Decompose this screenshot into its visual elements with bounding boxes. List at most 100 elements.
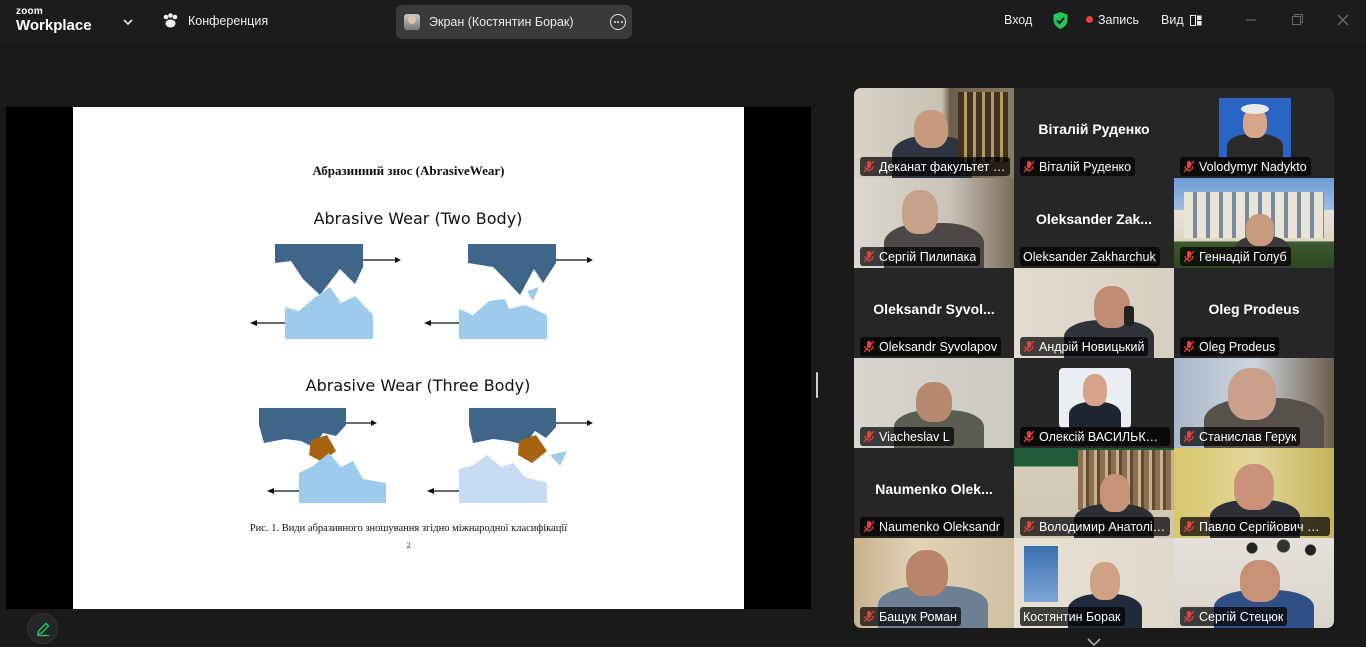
participant-display-name: Oleksandr Syvol...	[873, 301, 995, 317]
participant-tile[interactable]: Volodymyr Nadykto	[1174, 88, 1334, 178]
grid-view-icon	[1189, 14, 1202, 26]
shared-slide: Абразинний знос (AbrasiveWear) Abrasive …	[73, 107, 744, 609]
upper-body-right-3b	[469, 408, 556, 445]
upper-body-left	[275, 244, 363, 295]
participant-nametag: Бащук Роман	[860, 607, 961, 626]
participant-tile[interactable]: Oleg Prodeus Oleg Prodeus	[1174, 268, 1334, 358]
participant-display-name: Oleg Prodeus	[1208, 301, 1300, 317]
lower-body-left-3b	[299, 453, 386, 503]
mic-muted-icon	[863, 430, 875, 443]
view-button[interactable]: Вид	[1161, 13, 1202, 27]
participant-nametag: Володимир Анатолій...	[1020, 517, 1170, 536]
mic-muted-icon	[1023, 520, 1035, 533]
lower-body-right-3b	[459, 455, 547, 503]
mic-muted-icon	[863, 520, 875, 533]
mic-muted-icon	[1183, 340, 1195, 353]
two-body-right-pair	[424, 244, 593, 339]
mic-muted-icon	[863, 340, 875, 353]
participant-name: Oleksander Zakharchuk	[1023, 249, 1156, 264]
more-options-icon[interactable]	[610, 14, 626, 30]
mic-muted-icon	[1183, 520, 1195, 533]
annotate-button[interactable]	[27, 613, 58, 644]
participant-nametag: Volodymyr Nadykto	[1180, 157, 1311, 176]
three-body-left-pair	[259, 408, 386, 503]
participant-tile[interactable]: Naumenko Olek... Naumenko Oleksandr	[854, 448, 1014, 538]
mic-muted-icon	[863, 160, 875, 173]
participant-nametag: Oleksander Zakharchuk	[1020, 247, 1160, 266]
record-label: Запись	[1098, 13, 1140, 27]
participant-tile[interactable]: Андрій Новицький	[1014, 268, 1174, 358]
participant-name: Naumenko Oleksandr	[879, 519, 1000, 534]
wear-debris-3b	[550, 451, 567, 466]
lower-body-left	[285, 287, 373, 339]
wear-debris	[527, 287, 539, 301]
diagram-two-body-title: Abrasive Wear (Two Body)	[313, 209, 523, 228]
participant-name: Андрій Новицький	[1039, 339, 1145, 354]
participant-tile[interactable]: Сергій Пилипака	[854, 178, 1014, 268]
participant-nametag: Деканат факультет к...	[860, 157, 1010, 176]
signin-button[interactable]: Вход	[1004, 13, 1032, 27]
participant-tile[interactable]: Сергій Стецюк	[1174, 538, 1334, 628]
meeting-info-button[interactable]: Конференция	[162, 13, 268, 28]
pencil-icon	[36, 622, 49, 636]
mic-muted-icon	[1023, 430, 1035, 443]
screen-share-label: Экран (Костянтин Борак)	[429, 15, 574, 29]
upper-body-left-3b	[259, 408, 346, 447]
chevron-down-icon[interactable]	[1086, 637, 1102, 647]
participant-tile[interactable]: Олексій ВАСИЛЬКОВ...	[1014, 358, 1174, 448]
view-label: Вид	[1161, 13, 1184, 27]
screen-share-indicator[interactable]: Экран (Костянтин Борак)	[396, 5, 632, 39]
participant-nametag: Геннадій Голуб	[1180, 247, 1291, 266]
presenter-avatar	[404, 14, 420, 30]
participant-name: Volodymyr Nadykto	[1199, 159, 1307, 174]
participant-tile[interactable]: Станислав Герук	[1174, 358, 1334, 448]
diagram-three-body-title: Abrasive Wear (Three Body)	[305, 376, 531, 395]
two-body-diagram	[250, 244, 593, 339]
participant-tile-active-speaker[interactable]: Костянтин Борак	[1014, 538, 1174, 628]
mic-muted-icon	[1183, 430, 1195, 443]
mic-muted-icon	[863, 610, 875, 623]
participant-tile[interactable]: Деканат факультет к...	[854, 88, 1014, 178]
participant-tile[interactable]: Oleksandr Syvol... Oleksandr Syvolapov	[854, 268, 1014, 358]
two-body-left-pair	[250, 244, 401, 339]
record-button[interactable]: Запись	[1086, 13, 1139, 27]
participant-tile[interactable]: Павло Сергійович П...	[1174, 448, 1334, 538]
participant-tile[interactable]: Геннадій Голуб	[1174, 178, 1334, 268]
shield-check-icon[interactable]	[1052, 11, 1069, 30]
title-bar: zoom Workplace Конференция Экран (Костян…	[0, 0, 1366, 44]
participant-tile[interactable]: Володимир Анатолій...	[1014, 448, 1174, 538]
participant-nametag: Віталій Руденко	[1020, 157, 1136, 176]
participant-nametag: Сергій Пилипака	[860, 247, 981, 266]
participant-name: Oleksandr Syvolapov	[879, 339, 998, 354]
participant-nametag: Костянтин Борак	[1020, 607, 1125, 626]
participant-avatar	[1059, 368, 1131, 428]
lower-body-right	[459, 299, 547, 339]
participant-name: Віталій Руденко	[1039, 159, 1132, 174]
mic-muted-icon	[1023, 340, 1035, 353]
participant-name: Деканат факультет к...	[879, 159, 1006, 174]
participant-name: Сергій Пилипака	[879, 249, 977, 264]
participant-tile[interactable]: Бащук Роман	[854, 538, 1014, 628]
participant-nametag: Станислав Герук	[1180, 427, 1301, 446]
three-body-right-pair	[427, 408, 593, 503]
participant-name: Oleg Prodeus	[1199, 339, 1276, 354]
close-icon[interactable]	[1335, 12, 1351, 28]
participant-nametag: Олексій ВАСИЛЬКОВ...	[1020, 427, 1170, 446]
mic-muted-icon	[1023, 160, 1035, 173]
mic-muted-icon	[1183, 160, 1195, 173]
zoom-logo[interactable]: zoom Workplace	[16, 7, 92, 34]
participant-nametag: Viacheslav L	[860, 427, 954, 446]
participant-tile[interactable]: Viacheslav L	[854, 358, 1014, 448]
participant-name: Станислав Герук	[1199, 429, 1297, 444]
mic-muted-icon	[863, 250, 875, 263]
participant-tile[interactable]: Oleksander Zak... Oleksander Zakharchuk	[1014, 178, 1174, 268]
participant-tile[interactable]: Віталій Руденко Віталій Руденко	[1014, 88, 1174, 178]
maximize-icon[interactable]	[1289, 12, 1305, 28]
meeting-label: Конференция	[188, 13, 269, 28]
panel-resize-handle[interactable]	[816, 372, 818, 398]
minimize-icon[interactable]	[1243, 12, 1259, 28]
participants-gallery: Деканат факультет к... Віталій Руденко В…	[854, 88, 1334, 628]
chevron-down-icon[interactable]	[121, 15, 135, 29]
participant-avatar	[1219, 98, 1291, 158]
slide-heading: Абразинний знос (AbrasiveWear)	[312, 163, 505, 178]
